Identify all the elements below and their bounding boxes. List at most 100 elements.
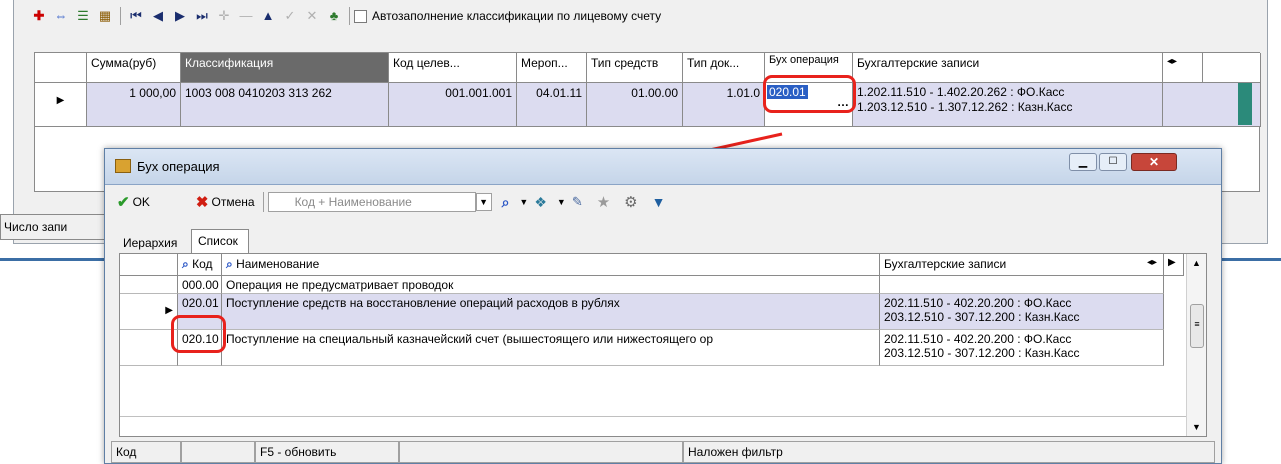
search-icon[interactable]: ⌕: [502, 194, 510, 211]
col-header-code[interactable]: ⌕ Код: [178, 254, 222, 276]
cancel-label: Отмена: [211, 195, 255, 209]
cell-funds-type[interactable]: 01.00.00: [587, 83, 683, 127]
cell-event[interactable]: 04.01.11: [517, 83, 587, 127]
status-code: Код: [111, 441, 181, 463]
search-input[interactable]: Код + Наименование: [267, 192, 476, 212]
entry-line-2: 203.12.510 - 307.12.200 : Казн.Касс: [884, 346, 1080, 360]
search-icon: ⌕: [182, 257, 189, 271]
status-filter: Наложен фильтр: [683, 441, 1215, 463]
chevron-down-icon[interactable]: ▼: [519, 197, 528, 207]
add-icon[interactable]: ✚: [28, 6, 50, 26]
row-indicator: ▶: [120, 294, 178, 330]
cell-target-code[interactable]: 001.001.001: [389, 83, 517, 127]
entry-line-2: 203.12.510 - 307.12.200 : Казн.Касс: [884, 310, 1080, 324]
scroll-up-icon[interactable]: ▲: [1187, 258, 1206, 268]
cell-entries[interactable]: 1.202.11.510 - 1.402.20.262 : ФО.Касс 1.…: [853, 83, 1163, 127]
cell-classification[interactable]: 1003 008 0410203 313 262: [181, 83, 389, 127]
next-icon[interactable]: ▶: [169, 6, 191, 26]
cell-doc-type[interactable]: 1.01.0: [683, 83, 765, 127]
row-entries[interactable]: [880, 276, 1164, 294]
code-header-label: Код: [192, 257, 213, 271]
scroll-arrows[interactable]: ◂▸: [1147, 257, 1157, 268]
cancel-x-icon: ✖: [195, 194, 209, 211]
star-icon[interactable]: ★: [597, 193, 610, 211]
grid-corner: [35, 53, 87, 83]
minimize-icon[interactable]: ▁: [1069, 153, 1097, 171]
col-header-event[interactable]: Мероп...: [517, 53, 587, 83]
dialog-title-bar[interactable]: Бух операция ▁ ☐ ✕: [105, 149, 1221, 185]
first-icon[interactable]: ⏮: [125, 6, 147, 26]
scroll-thumb[interactable]: ≡: [1190, 304, 1204, 348]
close-icon[interactable]: ✕: [1131, 153, 1177, 171]
operations-grid: ⌕ Код ⌕ Наименование Бухгалтерские запис…: [119, 253, 1207, 437]
col-header-classification[interactable]: Классификация: [181, 53, 389, 83]
highlight-operation-cell: [763, 75, 856, 113]
scroll-down-icon[interactable]: ▼: [1187, 422, 1206, 432]
funnel-icon[interactable]: ▼: [652, 194, 666, 210]
bg-status-count: Число запи: [0, 214, 110, 240]
toolbar-separator: [349, 7, 350, 25]
entry-line-1: 202.11.510 - 402.20.200 : ФО.Касс: [884, 296, 1072, 310]
link-icon[interactable]: ⇔: [50, 6, 72, 26]
grid-corner: [120, 254, 178, 276]
dialog-title: Бух операция: [137, 159, 220, 174]
toolbar-separator: [120, 7, 121, 25]
row-code[interactable]: 000.00: [178, 276, 222, 294]
tab-hierarchy[interactable]: Иерархия: [119, 233, 189, 253]
edit-icon[interactable]: ✎: [572, 194, 583, 210]
vertical-scrollbar[interactable]: ▲ ≡ ▼: [1186, 254, 1206, 436]
dialog-toolbar: ✔ OK ✖ Отмена Код + Наименование ▼ ⌕ ▼ ❖…: [113, 189, 1213, 215]
name-header-label: Наименование: [236, 257, 320, 271]
prev-icon[interactable]: ◀: [147, 6, 169, 26]
grid-bottom-divider: [120, 416, 1186, 417]
col-header-doc-type[interactable]: Тип док...: [683, 53, 765, 83]
ok-label: OK: [132, 195, 150, 209]
cell-sum[interactable]: 1 000,00: [87, 83, 181, 127]
row-entries[interactable]: 202.11.510 - 402.20.200 : ФО.Касс 203.12…: [880, 330, 1164, 366]
col-header-target-code[interactable]: Код целев...: [389, 53, 517, 83]
entry-line-2: 1.203.12.510 - 1.307.12.262 : Казн.Касс: [857, 100, 1073, 114]
cancel-edit-icon[interactable]: ✕: [301, 6, 323, 26]
autofill-label: Автозаполнение классификации по лицевому…: [372, 9, 662, 23]
tree-icon[interactable]: ♣: [323, 6, 345, 26]
tab-list[interactable]: Список: [191, 229, 249, 254]
last-icon[interactable]: ⏭: [191, 6, 213, 26]
cancel-button[interactable]: ✖ Отмена: [192, 191, 259, 213]
col-header-entries[interactable]: Бухгалтерские записи ◂▸: [880, 254, 1164, 276]
col-header-sum[interactable]: Сумма(руб): [87, 53, 181, 83]
col-header-entries[interactable]: Бухгалтерские записи: [853, 53, 1163, 83]
maximize-icon[interactable]: ☐: [1099, 153, 1127, 171]
row-indicator: ▶: [35, 83, 87, 127]
ok-button[interactable]: ✔ OK: [113, 191, 154, 213]
filter-icon[interactable]: ▦: [94, 6, 116, 26]
up-icon[interactable]: ▲: [257, 6, 279, 26]
ok-check-icon: ✔: [117, 194, 130, 211]
chevron-down-icon[interactable]: ▼: [557, 197, 566, 207]
col-header-name[interactable]: ⌕ Наименование: [222, 254, 880, 276]
col-header-funds-type[interactable]: Тип средств: [587, 53, 683, 83]
operation-dialog: Бух операция ▁ ☐ ✕ ✔ OK ✖ Отмена Код + Н…: [104, 148, 1222, 464]
list-icon[interactable]: ☰: [72, 6, 94, 26]
main-toolbar: ✚ ⇔ ☰ ▦ ⏮ ◀ ▶ ⏭ ✛ — ▲ ✓ ✕ ♣ Автозаполнен…: [28, 4, 661, 28]
delete-icon[interactable]: —: [235, 6, 257, 26]
edit-icon[interactable]: ✓: [279, 6, 301, 26]
teal-marker: [1238, 83, 1252, 125]
entry-line-1: 1.202.11.510 - 1.402.20.262 : ФО.Касс: [857, 85, 1065, 99]
refresh-icon[interactable]: ❖: [534, 194, 547, 211]
status-empty: [399, 441, 683, 463]
row-indicator: [120, 276, 178, 294]
row-name[interactable]: Поступление средств на восстановление оп…: [222, 294, 880, 330]
row-name[interactable]: Поступление на специальный казначейский …: [222, 330, 880, 366]
header-filler: [1203, 53, 1261, 83]
insert-icon[interactable]: ✛: [213, 6, 235, 26]
gear-icon[interactable]: ⚙: [624, 193, 637, 211]
entries-header-label: Бухгалтерские записи: [884, 257, 1007, 271]
row-entries[interactable]: 202.11.510 - 402.20.200 : ФО.Касс 203.12…: [880, 294, 1164, 330]
chevron-down-icon[interactable]: ▼: [475, 193, 492, 211]
row-name[interactable]: Операция не предусматривает проводок: [222, 276, 880, 294]
dialog-status-bar: Код F5 - обновить Наложен фильтр: [111, 441, 1215, 463]
row-indicator: [120, 330, 178, 366]
scroll-arrows[interactable]: ◂▸: [1163, 53, 1203, 83]
header-arrow: ▶: [1164, 254, 1184, 276]
autofill-checkbox[interactable]: [354, 9, 367, 23]
